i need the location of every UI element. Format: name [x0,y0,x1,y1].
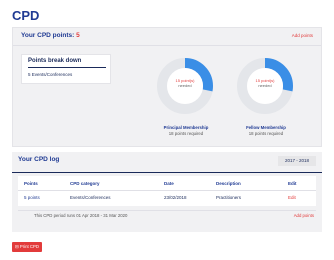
cpd-log-table: Points CPD category Date Description Edi… [18,176,316,206]
cpd-points-label: Your CPD points: 5 [21,32,80,39]
row-date: 23/02/2018 [164,195,187,200]
points-header: Your CPD points: 5 Add points [13,28,321,46]
cpd-period-text: This CPD period runs 01 Apr 2018 - 31 Ma… [34,213,128,218]
points-breakdown-box: Points break down 5 Events/Conferences [21,54,111,84]
donut-needed-text: needed [258,83,272,88]
print-cpd-button[interactable]: ⊟ Print CPD [12,242,42,252]
fellow-membership-label: Fellow Membership 18 points required [221,125,311,137]
row-category: Events/Conferences [70,195,111,200]
donut-center-text: 15 point(s) needed [155,78,215,88]
page-title: CPD [12,8,40,23]
donut-needed-text: needed [178,83,192,88]
membership-required: 18 points required [168,131,204,136]
cpd-log-title: Your CPD log [18,156,60,163]
donut-center-text: 15 point(s) needed [235,78,295,88]
principal-membership-label: Principal Membership 18 points required [141,125,231,137]
breakdown-item: 5 Events/Conferences [28,72,73,77]
principal-membership-donut: 15 point(s) needed [155,56,215,116]
cpd-points-value: 5 [76,32,80,39]
add-points-link[interactable]: Add points [292,33,313,38]
breakdown-title: Points break down [28,58,82,64]
column-header-edit: Edit [288,181,297,186]
membership-required: 18 points required [248,131,284,136]
row-points: 5 points [24,195,40,200]
column-header-category: CPD category [70,181,100,186]
column-header-points: Points [24,181,38,186]
cpd-log-card: Your CPD log 2017 - 2018 Points CPD cate… [12,152,322,232]
row-description: Practitioners [216,195,242,200]
log-divider [12,172,322,173]
cpd-points-text: Your CPD points: [21,32,75,39]
table-header-divider [18,190,316,191]
fellow-membership-donut: 15 point(s) needed [235,56,295,116]
column-header-description: Description [216,181,241,186]
row-edit-link[interactable]: Edit [288,195,296,200]
column-header-date: Date [164,181,174,186]
log-footer: This CPD period runs 01 Apr 2018 - 31 Ma… [18,210,316,220]
breakdown-divider [28,67,106,68]
year-select[interactable]: 2017 - 2018 [278,156,316,166]
cpd-points-card: Your CPD points: 5 Add points Points bre… [12,27,322,147]
add-points-link-footer[interactable]: Add points [294,213,314,218]
